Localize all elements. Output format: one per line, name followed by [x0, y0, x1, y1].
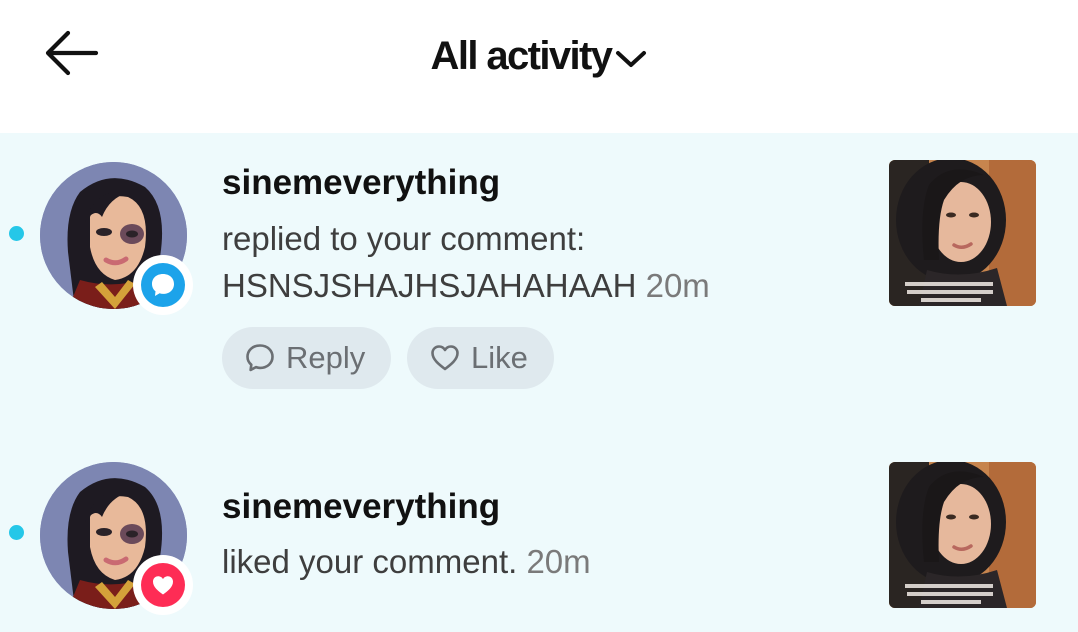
action-buttons: Reply Like: [222, 327, 554, 389]
activity-screen: All activity sinemeverything replied to …: [0, 0, 1078, 632]
badge: [133, 555, 193, 615]
comment-line: HSNSJSHAJHSJAHAHAAH 20m: [222, 262, 710, 309]
notification-item[interactable]: sinemeverything liked your comment. 20m: [0, 433, 1078, 632]
chevron-down-icon: [615, 48, 647, 70]
reply-button[interactable]: Reply: [222, 327, 391, 389]
reply-label: Reply: [286, 340, 366, 375]
video-thumbnail[interactable]: [889, 160, 1036, 306]
badge: [133, 255, 193, 315]
notification-text: replied to your comment: HSNSJSHAJHSJAHA…: [222, 215, 710, 309]
notification-list: sinemeverything replied to your comment:…: [0, 133, 1078, 632]
heart-outline-icon: [431, 345, 459, 371]
action-text: replied to your comment:: [222, 220, 586, 257]
comment-outline-icon: [246, 344, 274, 372]
like-label: Like: [471, 340, 528, 375]
notification-item[interactable]: sinemeverything replied to your comment:…: [0, 133, 1078, 433]
heart-icon: [141, 563, 185, 607]
header: All activity: [0, 0, 1078, 133]
action-text: liked your comment.: [222, 543, 518, 580]
comment-text: HSNSJSHAJHSJAHAHAAH: [222, 267, 637, 304]
page-title: All activity: [430, 33, 613, 78]
username[interactable]: sinemeverything: [222, 487, 500, 527]
username[interactable]: sinemeverything: [222, 163, 500, 203]
timestamp: 20m: [645, 267, 710, 304]
activity-filter-dropdown[interactable]: All activity: [431, 34, 648, 79]
title-wrap: All activity: [0, 26, 1078, 86]
comment-bubble-icon: [141, 263, 185, 307]
unread-indicator: [9, 226, 24, 241]
unread-indicator: [9, 525, 24, 540]
video-thumbnail[interactable]: [889, 462, 1036, 608]
timestamp: 20m: [526, 543, 591, 580]
like-button[interactable]: Like: [407, 327, 554, 389]
notification-text: liked your comment. 20m: [222, 538, 591, 585]
